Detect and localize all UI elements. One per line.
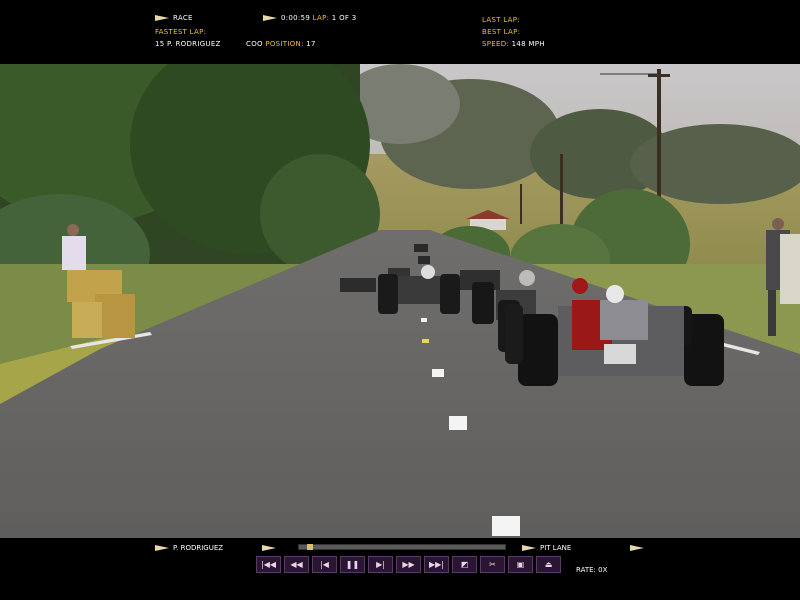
fastest-lap-driver: 15 P. Rodriguez [155, 40, 221, 48]
position-indicator: COO Position: 17 [246, 40, 316, 48]
position-label: Position: [265, 40, 304, 48]
rate-label: Rate: [576, 566, 596, 574]
coo-label: COO [246, 40, 263, 48]
play-icon: ▶| [376, 560, 385, 569]
camera-icon: ◩ [460, 560, 469, 569]
replay-controls: |◀◀ ◀◀ |◀ ❚❚ ▶| ▶▶ ▶▶| ◩ ✂ ▣ ⏏ [256, 556, 561, 574]
race-time-indicator: 0:00:59 Lap: 1 of 3 [263, 14, 357, 22]
pause-button[interactable]: ❚❚ [340, 556, 365, 573]
fastest-lap-label: Fastest Lap: [155, 28, 207, 36]
step-back-icon: |◀ [320, 560, 329, 569]
driver-indicator: P. Rodriguez [155, 544, 223, 552]
pennant-icon [263, 15, 277, 21]
play-button[interactable]: ▶| [368, 556, 393, 573]
speed-value: 148 mph [511, 40, 545, 48]
pennant-icon [155, 15, 169, 21]
rate-value: 0x [598, 566, 608, 574]
lap-value: 1 of 3 [331, 14, 357, 22]
eject-icon: ⏏ [544, 560, 553, 569]
race-scene-graphic [0, 64, 800, 538]
save-button[interactable]: ▣ [508, 556, 533, 573]
speed-label: Speed: [482, 40, 510, 48]
speed-indicator: Speed: 148 mph [482, 40, 545, 48]
race-label: Race [173, 14, 193, 22]
pit-lane-label: Pit Lane [540, 544, 572, 552]
next-camera-button[interactable] [630, 544, 648, 552]
step-back-button[interactable]: |◀ [312, 556, 337, 573]
forward-to-end-icon: ▶▶| [429, 560, 444, 569]
top-hud: Race 0:00:59 Lap: 1 of 3 Fastest Lap: 15… [0, 0, 800, 64]
cut-button[interactable]: ✂ [480, 556, 505, 573]
fast-forward-button[interactable]: ▶▶ [396, 556, 421, 573]
fast-rewind-button[interactable]: ◀◀ [284, 556, 309, 573]
pause-icon: ❚❚ [345, 560, 360, 569]
driver-name: P. Rodriguez [173, 544, 224, 552]
eject-button[interactable]: ⏏ [536, 556, 561, 573]
position-value: 17 [306, 40, 316, 48]
pennant-icon [262, 545, 276, 551]
prev-driver-button[interactable] [262, 544, 280, 552]
rate-indicator: Rate: 0x [576, 566, 607, 574]
pit-lane-indicator: Pit Lane [522, 544, 571, 552]
rewind-to-start-button[interactable]: |◀◀ [256, 556, 281, 573]
cut-icon: ✂ [489, 560, 496, 569]
timeline-scrubber[interactable] [307, 544, 313, 550]
race-indicator: Race [155, 14, 193, 22]
best-lap-label: Best Lap: [482, 28, 521, 36]
last-lap-label: Last Lap: [482, 16, 520, 24]
camera-button[interactable]: ◩ [452, 556, 477, 573]
forward-to-end-button[interactable]: ▶▶| [424, 556, 449, 573]
race-scene [0, 64, 800, 538]
fast-forward-icon: ▶▶ [402, 560, 415, 569]
replay-timeline[interactable] [298, 544, 506, 550]
save-icon: ▣ [516, 560, 525, 569]
lap-label: Lap: [312, 14, 330, 22]
pennant-icon [630, 545, 644, 551]
pennant-icon [155, 545, 169, 551]
race-time: 0:00:59 [281, 14, 311, 22]
fast-rewind-icon: ◀◀ [290, 560, 303, 569]
pennant-icon [522, 545, 536, 551]
rewind-to-start-icon: |◀◀ [261, 560, 276, 569]
